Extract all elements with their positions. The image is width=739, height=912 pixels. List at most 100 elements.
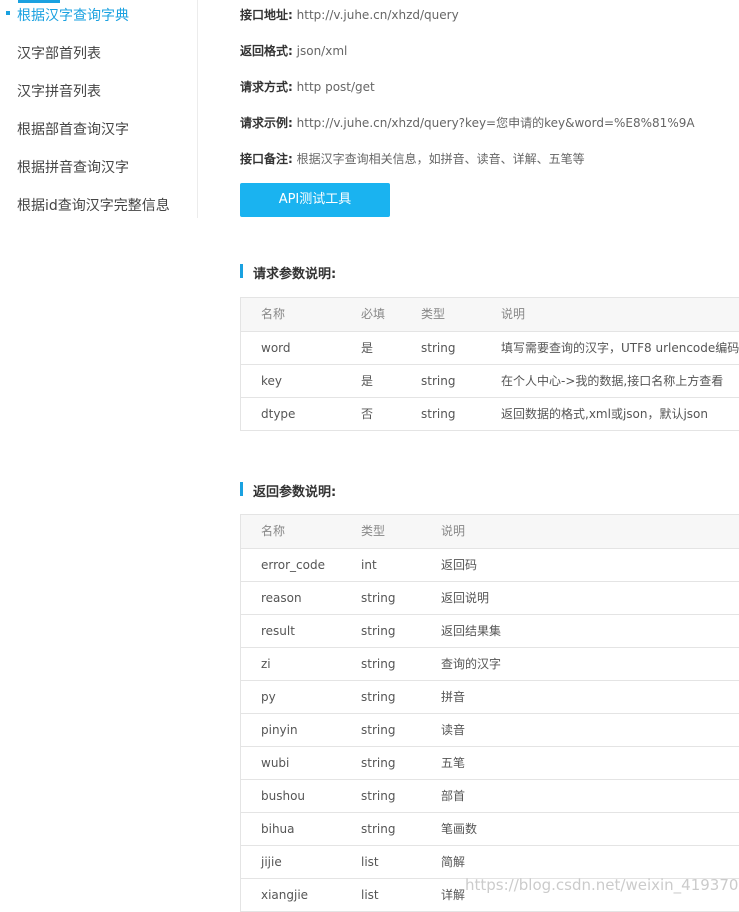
- cell-type: string: [361, 822, 396, 836]
- table-row: bihua string 笔画数: [241, 812, 739, 845]
- info-example-value[interactable]: http://v.juhe.cn/xhzd/query?key=您申请的key&…: [297, 116, 695, 130]
- cell-name: reason: [261, 591, 302, 605]
- sidebar-item-query-dictionary[interactable]: 根据汉字查询字典: [17, 5, 129, 25]
- cell-name: jijie: [261, 855, 282, 869]
- cell-name: wubi: [261, 756, 290, 770]
- cell-desc: 查询的汉字: [441, 657, 502, 671]
- cell-name: dtype: [261, 407, 296, 421]
- cell-desc: 五笔: [441, 756, 466, 770]
- info-format-label: 返回格式:: [240, 44, 293, 58]
- cell-desc: 部首: [441, 789, 466, 803]
- cell-required: 否: [361, 407, 374, 421]
- active-indicator-icon: [6, 11, 10, 15]
- cell-required: 是: [361, 374, 374, 388]
- col-header-desc: 说明: [441, 524, 466, 538]
- cell-desc: 在个人中心->我的数据,接口名称上方查看: [501, 374, 724, 388]
- table-row: pinyin string 读音: [241, 713, 739, 746]
- cell-desc: 返回数据的格式,xml或json，默认json: [501, 407, 709, 421]
- table-row: reason string 返回说明: [241, 581, 739, 614]
- sidebar-item-radical-list[interactable]: 汉字部首列表: [17, 43, 101, 63]
- info-example: 请求示例: http://v.juhe.cn/xhzd/query?key=您申…: [240, 114, 695, 131]
- cell-desc: 返回码: [441, 558, 478, 572]
- table-row: jijie list 简解: [241, 845, 739, 878]
- cell-name: py: [261, 690, 276, 704]
- cell-type: list: [361, 888, 379, 902]
- info-url-label: 接口地址:: [240, 8, 293, 22]
- sidebar-item-pinyin-list[interactable]: 汉字拼音列表: [17, 81, 101, 101]
- cell-name: word: [261, 341, 291, 355]
- col-header-required: 必填: [361, 307, 386, 321]
- section-marker-icon: [240, 264, 243, 278]
- table-row: result string 返回结果集: [241, 614, 739, 647]
- col-header-name: 名称: [261, 307, 286, 321]
- table-row: py string 拼音: [241, 680, 739, 713]
- cell-type: string: [361, 723, 396, 737]
- table-row: error_code int 返回码: [241, 548, 739, 581]
- cell-type: int: [361, 558, 377, 572]
- info-method-value: http post/get: [296, 80, 375, 94]
- info-note-label: 接口备注:: [240, 152, 293, 166]
- info-format: 返回格式: json/xml: [240, 42, 347, 59]
- info-url: 接口地址: http://v.juhe.cn/xhzd/query: [240, 6, 459, 23]
- cell-name: zi: [261, 657, 271, 671]
- table-row: dtype 否 string 返回数据的格式,xml或json，默认json: [241, 397, 739, 430]
- col-header-type: 类型: [421, 307, 446, 321]
- cell-desc: 详解: [441, 888, 466, 902]
- cell-name: pinyin: [261, 723, 298, 737]
- api-test-tool-button[interactable]: API测试工具: [240, 183, 390, 217]
- table-row: bushou string 部首: [241, 779, 739, 812]
- sidebar: 根据汉字查询字典 汉字部首列表 汉字拼音列表 根据部首查询汉字 根据拼音查询汉字…: [0, 0, 198, 218]
- col-header-type: 类型: [361, 524, 386, 538]
- table-header-row: 名称 类型 说明: [241, 515, 739, 548]
- response-params-title: 返回参数说明:: [240, 481, 336, 500]
- watermark: https://blog.csdn.net/weixin_41937011: [465, 876, 739, 894]
- table-row: zi string 查询的汉字: [241, 647, 739, 680]
- cell-name: key: [261, 374, 283, 388]
- sidebar-item-query-by-id[interactable]: 根据id查询汉字完整信息: [17, 195, 170, 215]
- info-url-value[interactable]: http://v.juhe.cn/xhzd/query: [297, 8, 459, 22]
- table-header-row: 名称 必填 类型 说明: [241, 298, 739, 331]
- request-params-table: 名称 必填 类型 说明 word 是 string 填写需要查询的汉字，UTF8…: [240, 297, 739, 431]
- cell-desc: 笔画数: [441, 822, 478, 836]
- cell-type: string: [361, 624, 396, 638]
- cell-name: bihua: [261, 822, 295, 836]
- response-params-table: 名称 类型 说明 error_code int 返回码 reason strin…: [240, 514, 739, 912]
- info-note-value: 根据汉字查询相关信息，如拼音、读音、详解、五笔等: [296, 152, 585, 166]
- table-row: wubi string 五笔: [241, 746, 739, 779]
- cell-required: 是: [361, 341, 374, 355]
- cell-desc: 填写需要查询的汉字，UTF8 urlencode编码: [501, 341, 739, 355]
- table-row: word 是 string 填写需要查询的汉字，UTF8 urlencode编码: [241, 331, 739, 364]
- table-row: key 是 string 在个人中心->我的数据,接口名称上方查看: [241, 364, 739, 397]
- cell-desc: 返回说明: [441, 591, 490, 605]
- request-params-title-text: 请求参数说明:: [253, 267, 337, 282]
- sidebar-item-query-by-radical[interactable]: 根据部首查询汉字: [17, 119, 129, 139]
- cell-type: string: [421, 407, 456, 421]
- cell-type: string: [421, 341, 456, 355]
- cell-name: error_code: [261, 558, 325, 572]
- cell-name: bushou: [261, 789, 306, 803]
- info-format-value: json/xml: [296, 44, 348, 58]
- info-method-label: 请求方式:: [240, 80, 293, 94]
- cell-type: list: [361, 855, 379, 869]
- cell-type: string: [421, 374, 456, 388]
- col-header-desc: 说明: [501, 307, 526, 321]
- request-params-title: 请求参数说明:: [240, 263, 336, 282]
- cell-type: string: [361, 657, 396, 671]
- response-params-title-text: 返回参数说明:: [253, 485, 337, 500]
- cell-type: string: [361, 789, 396, 803]
- sidebar-item-query-by-pinyin[interactable]: 根据拼音查询汉字: [17, 157, 129, 177]
- cell-type: string: [361, 591, 396, 605]
- cell-name: result: [261, 624, 295, 638]
- info-example-label: 请求示例:: [240, 116, 293, 130]
- cell-type: string: [361, 756, 396, 770]
- cell-desc: 拼音: [441, 690, 466, 704]
- info-method: 请求方式: http post/get: [240, 78, 375, 95]
- cell-name: xiangjie: [261, 888, 309, 902]
- cell-desc: 返回结果集: [441, 624, 502, 638]
- cell-type: string: [361, 690, 396, 704]
- col-header-name: 名称: [261, 524, 286, 538]
- info-note: 接口备注: 根据汉字查询相关信息，如拼音、读音、详解、五笔等: [240, 150, 585, 167]
- section-marker-icon: [240, 482, 243, 496]
- cell-desc: 读音: [441, 723, 466, 737]
- cell-desc: 简解: [441, 855, 466, 869]
